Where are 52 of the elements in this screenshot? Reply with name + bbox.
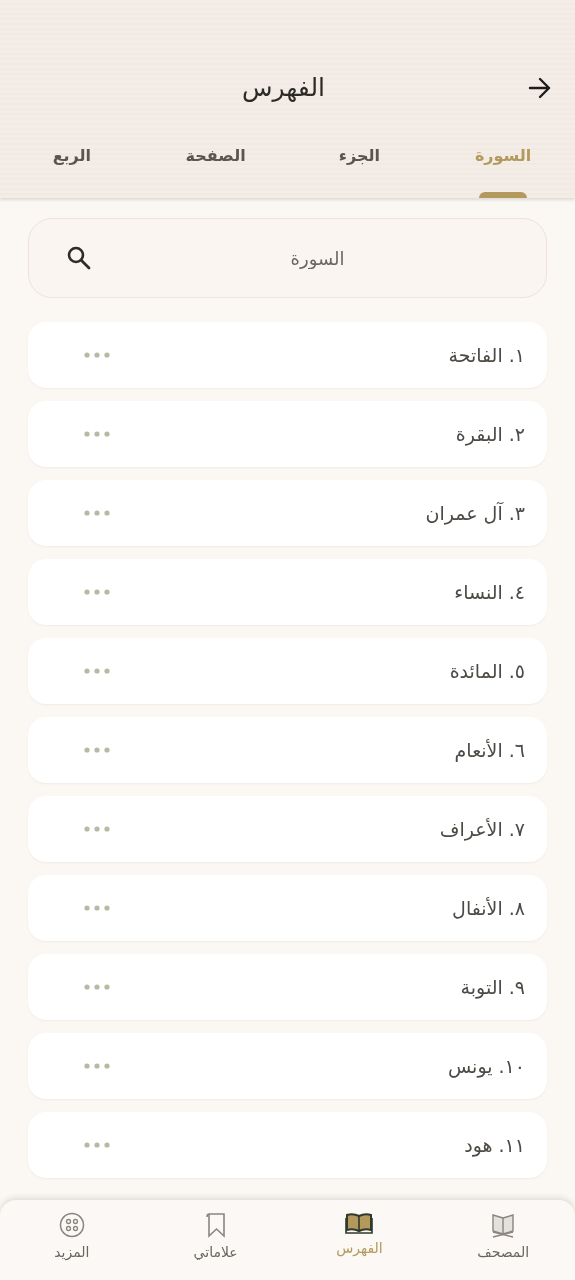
more-icon: [84, 589, 110, 595]
more-icon: [84, 826, 110, 832]
surah-name: ١١. هود: [464, 1134, 525, 1156]
surah-name: ٥. المائدة: [449, 660, 525, 682]
surah-row[interactable]: ٤. النساء: [28, 559, 547, 625]
surah-row[interactable]: ٨. الأنفال: [28, 875, 547, 941]
tab-indicator: [479, 192, 528, 198]
arrow-right-icon: [528, 77, 552, 99]
surah-name: ٣. آل عمران: [425, 502, 525, 524]
tab[interactable]: الصفحة: [143, 132, 288, 198]
nav-item[interactable]: المصحف: [431, 1200, 575, 1280]
surah-row[interactable]: ٦. الأنعام: [28, 717, 547, 783]
surah-name: ١. الفاتحة: [448, 344, 525, 366]
surah-row[interactable]: ٣. آل عمران: [28, 480, 547, 546]
surah-row[interactable]: ١. الفاتحة: [28, 322, 547, 388]
surah-name: ٤. النساء: [454, 581, 525, 603]
page-title: الفهرس: [240, 72, 326, 104]
more-icon: [84, 431, 110, 437]
surah-name: ٧. الأعراف: [439, 818, 525, 840]
surah-row[interactable]: ١١. هود: [28, 1112, 547, 1178]
tab[interactable]: الجزء: [287, 132, 432, 198]
surah-row[interactable]: ٥. المائدة: [28, 638, 547, 704]
surah-name: ٢. البقرة: [455, 423, 525, 445]
search-icon: [66, 245, 92, 271]
tab[interactable]: الربع: [0, 132, 144, 198]
more-icon: [84, 1142, 110, 1148]
surah-name: ١٠. يونس: [447, 1055, 525, 1077]
surah-name: ٦. الأنعام: [454, 739, 525, 761]
nav-item[interactable]: المزيد: [0, 1200, 144, 1280]
nav-label: الفهرس: [336, 1240, 383, 1256]
more-circle-icon: [58, 1212, 85, 1238]
nav-item[interactable]: علاماتي: [143, 1200, 288, 1280]
more-icon: [84, 984, 110, 990]
more-icon: [84, 668, 110, 674]
surah-name: ٩. التوبة: [460, 976, 525, 998]
more-icon: [84, 352, 110, 358]
book-stand-icon: [490, 1212, 517, 1238]
nav-label: علاماتي: [193, 1244, 238, 1260]
nav-label: المصحف: [477, 1244, 530, 1260]
surah-row[interactable]: ٧. الأعراف: [28, 796, 547, 862]
more-icon: [84, 510, 110, 516]
nav-label: المزيد: [54, 1244, 90, 1260]
surah-row[interactable]: ٩. التوبة: [28, 954, 547, 1020]
search-field[interactable]: السورة: [28, 218, 547, 298]
more-icon: [84, 905, 110, 911]
surah-row[interactable]: ١٠. يونس: [28, 1033, 547, 1099]
surah-row[interactable]: ٢. البقرة: [28, 401, 547, 467]
more-icon: [84, 747, 110, 753]
open-book-icon: [345, 1212, 374, 1234]
more-icon: [84, 1063, 110, 1069]
bookmark-icon: [204, 1212, 227, 1238]
surah-name: ٨. الأنفال: [452, 897, 525, 919]
